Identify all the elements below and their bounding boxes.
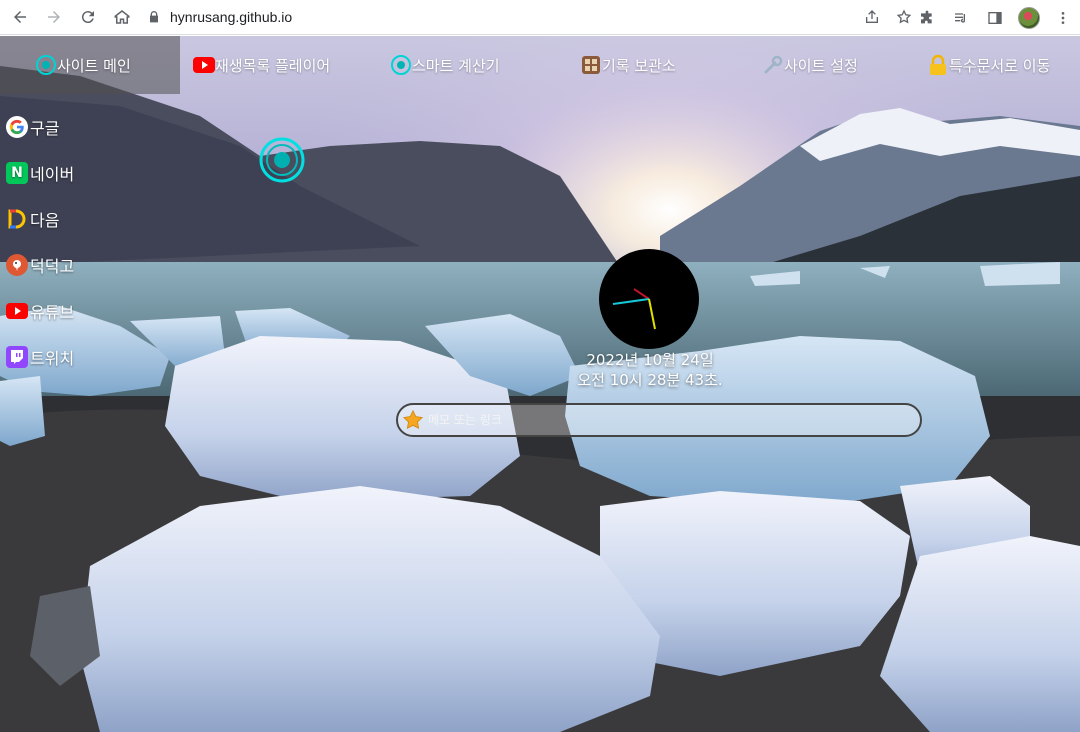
analog-clock: [599, 249, 699, 349]
daum-icon: [6, 208, 28, 230]
url-text: hynrusang.github.io: [170, 9, 293, 25]
back-button[interactable]: [4, 1, 36, 33]
lock-icon: [150, 11, 158, 23]
more-vert-icon: [1061, 11, 1065, 24]
twitch-icon: [6, 346, 28, 368]
side-item-label: 트위치: [30, 349, 75, 368]
extensions-button[interactable]: [910, 0, 944, 35]
side-item-youtube[interactable]: 유튜브: [6, 288, 126, 334]
lock-icon: [927, 54, 949, 76]
profile-button[interactable]: [1012, 0, 1046, 35]
page-background: 사이트 메인 재생목록 플레이어 스마트 계산기 기록 보관소 사이트 설정 특…: [0, 36, 1080, 732]
menu-item-playlist-player[interactable]: 재생목록 플레이어: [193, 36, 330, 94]
menu-item-label: 사이트 메인: [57, 56, 131, 75]
side-item-label: 덕덕고: [30, 257, 75, 276]
menu-item-label: 특수문서로 이동: [949, 56, 1051, 75]
ring-icon: [390, 54, 412, 76]
menu-item-site-settings[interactable]: 사이트 설정: [762, 36, 858, 94]
side-link-menu: 구글 N 네이버 다음 덕덕고 유튜브 트위치: [6, 104, 126, 380]
youtube-icon: [193, 54, 215, 76]
ring-icon: [259, 137, 305, 183]
side-item-label: 네이버: [30, 165, 75, 184]
home-button[interactable]: [106, 1, 138, 33]
menu-item-special-documents[interactable]: 특수문서로 이동: [927, 36, 1050, 94]
menu-item-site-main[interactable]: 사이트 메인: [0, 36, 180, 94]
side-item-daum[interactable]: 다음: [6, 196, 126, 242]
ring-icon: [35, 54, 57, 76]
google-icon: [6, 116, 28, 138]
side-item-label: 구글: [30, 119, 60, 138]
share-button[interactable]: [856, 3, 888, 31]
naver-icon: N: [6, 162, 28, 184]
side-panel-button[interactable]: [978, 0, 1012, 35]
side-item-label: 유튜브: [30, 303, 75, 322]
side-item-duckduckgo[interactable]: 덕덕고: [6, 242, 126, 288]
menu-item-label: 재생목록 플레이어: [215, 56, 331, 75]
share-icon: [866, 10, 878, 23]
floating-ring-button[interactable]: [259, 137, 305, 183]
archive-icon: [580, 54, 602, 76]
browser-toolbar: hynrusang.github.io: [0, 0, 1080, 35]
menu-item-label: 스마트 계산기: [412, 56, 500, 75]
forward-button[interactable]: [38, 1, 70, 33]
arrow-right-icon: [48, 11, 60, 23]
playlist-icon: [955, 12, 965, 23]
menu-button[interactable]: [1046, 0, 1080, 35]
side-item-naver[interactable]: N 네이버: [6, 150, 126, 196]
reload-icon: [81, 11, 94, 24]
memo-link-input[interactable]: [428, 406, 920, 434]
side-panel-icon: [988, 11, 1002, 24]
top-navigation-menu: 사이트 메인 재생목록 플레이어 스마트 계산기 기록 보관소 사이트 설정 특…: [0, 36, 1080, 94]
clock-time: 오전 10시 28분 43초.: [577, 371, 723, 389]
reading-list-button[interactable]: [944, 0, 978, 35]
avatar: [1018, 6, 1040, 29]
address-bar[interactable]: hynrusang.github.io: [140, 3, 920, 31]
duckduckgo-icon: [6, 254, 28, 276]
menu-item-label: 기록 보관소: [602, 56, 676, 75]
clock-readout: 2022년 10월 24일 오전 10시 28분 43초.: [540, 350, 760, 390]
reload-button[interactable]: [72, 1, 104, 33]
menu-item-smart-calculator[interactable]: 스마트 계산기: [390, 36, 500, 94]
side-item-twitch[interactable]: 트위치: [6, 334, 126, 380]
youtube-icon: [6, 300, 28, 322]
star-icon[interactable]: [402, 409, 424, 431]
home-icon: [114, 10, 130, 24]
arrow-left-icon: [14, 11, 26, 23]
wrench-icon: [762, 54, 784, 76]
menu-item-archive[interactable]: 기록 보관소: [580, 36, 676, 94]
memo-link-search-bar: [396, 403, 922, 437]
puzzle-icon: [921, 10, 932, 23]
menu-item-label: 사이트 설정: [784, 56, 858, 75]
side-item-label: 다음: [30, 211, 60, 230]
clock-hands: [612, 288, 656, 330]
clock-date: 2022년 10월 24일: [586, 351, 714, 369]
side-item-google[interactable]: 구글: [6, 104, 126, 150]
